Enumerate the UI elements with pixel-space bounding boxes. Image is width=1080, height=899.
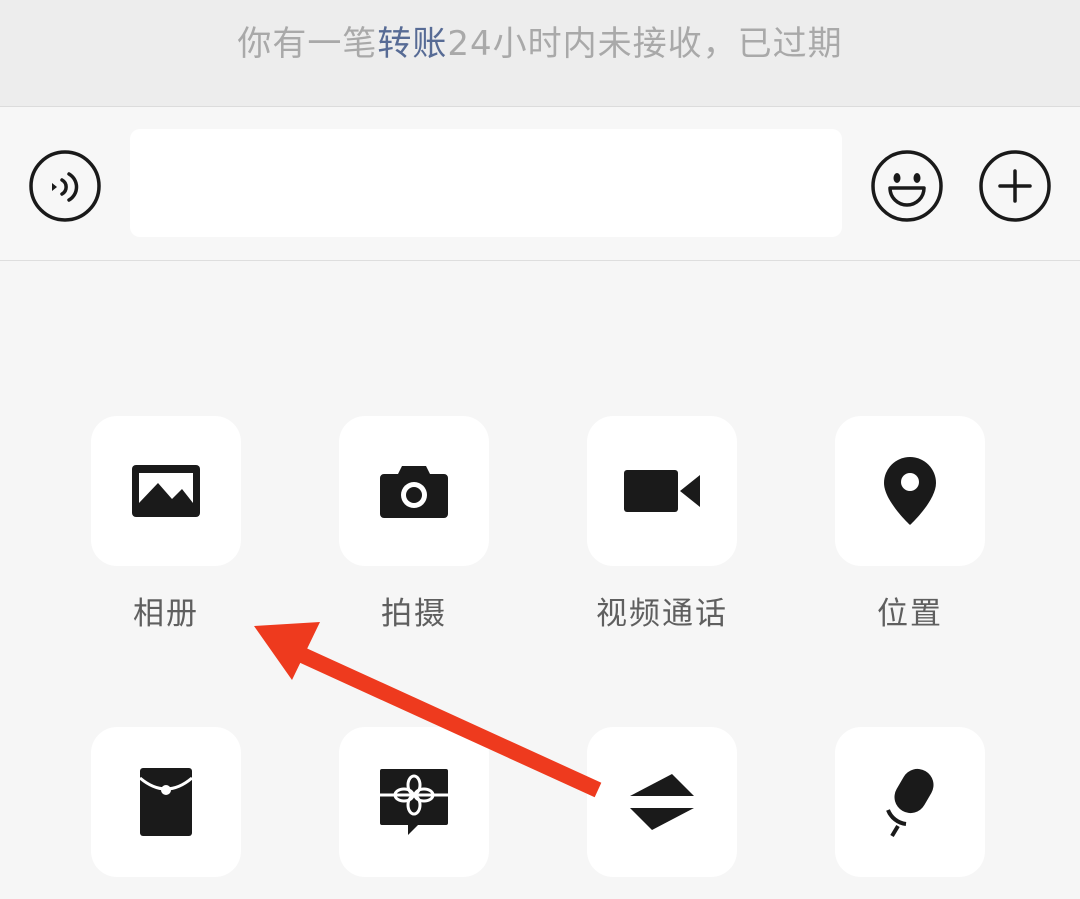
album-tile[interactable]: [91, 416, 241, 566]
voice-input-icon: [886, 768, 934, 838]
transfer-tile[interactable]: [587, 727, 737, 877]
voice-icon: [29, 150, 101, 222]
location-icon: [884, 457, 936, 525]
plus-icon: [979, 150, 1051, 222]
transfer-link[interactable]: 转账: [377, 24, 447, 64]
tool-label-video-call: 视频通话: [596, 596, 728, 632]
system-notice: 你有一笔转账24小时内未接收，已过期: [0, 0, 1080, 107]
tool-red-packet[interactable]: [91, 727, 241, 899]
camera-tile[interactable]: [339, 416, 489, 566]
transfer-icon: [630, 774, 694, 830]
more-button[interactable]: [979, 150, 1051, 222]
tool-video-call[interactable]: 视频通话: [587, 416, 737, 633]
voice-input-tile[interactable]: [835, 727, 985, 877]
tool-album[interactable]: 相册: [91, 416, 241, 633]
message-input[interactable]: [130, 129, 842, 237]
gift-icon: [380, 769, 448, 835]
camera-icon: [380, 466, 448, 518]
tool-label-location: 位置: [877, 596, 943, 632]
notice-text-before: 你有一笔: [237, 24, 378, 64]
location-tile[interactable]: [835, 416, 985, 566]
tool-label-album: 相册: [133, 596, 199, 632]
more-functions-panel: 相册 拍摄 视频通话 位置: [0, 261, 1080, 877]
notice-text: 你有一笔转账24小时内未接收，已过期: [237, 16, 842, 65]
gift-tile[interactable]: [339, 727, 489, 877]
chat-input-bar: [0, 107, 1080, 261]
tool-gift[interactable]: [339, 727, 489, 899]
tool-location[interactable]: 位置: [835, 416, 985, 633]
emoji-button[interactable]: [871, 150, 943, 222]
tool-label-camera: 拍摄: [381, 596, 447, 632]
tool-camera[interactable]: 拍摄: [339, 416, 489, 633]
notice-text-after: 24小时内未接收，已过期: [447, 24, 843, 64]
video-call-icon: [624, 470, 700, 512]
emoji-icon: [871, 150, 943, 222]
tool-transfer[interactable]: [587, 727, 737, 899]
video-call-tile[interactable]: [587, 416, 737, 566]
red-packet-icon: [139, 768, 193, 836]
voice-button[interactable]: [29, 150, 101, 222]
tool-voice-input[interactable]: [835, 727, 985, 899]
red-packet-tile[interactable]: [91, 727, 241, 877]
album-icon: [132, 465, 200, 517]
